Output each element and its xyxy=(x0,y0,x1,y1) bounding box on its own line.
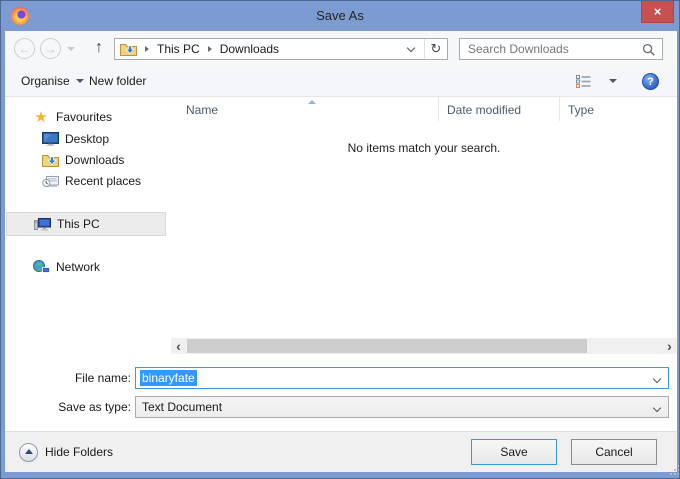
downloads-folder-icon xyxy=(120,43,137,56)
hide-folders-button[interactable]: Hide Folders xyxy=(19,432,113,472)
up-arrow-icon: ↑ xyxy=(95,39,103,57)
save-button[interactable]: Save xyxy=(471,439,557,465)
column-label: Date modified xyxy=(447,103,521,117)
refresh-icon: ↻ xyxy=(431,41,442,56)
help-button[interactable]: ? xyxy=(642,73,659,90)
chevron-down-icon xyxy=(76,79,84,83)
file-fields-panel: File name: binaryfate Save as type: Text… xyxy=(5,359,677,431)
scroll-left-button[interactable]: ‹ xyxy=(171,338,186,354)
forward-icon: → xyxy=(45,42,57,56)
column-header-type[interactable]: Type xyxy=(560,99,677,121)
help-icon: ? xyxy=(647,76,654,88)
sidebar-item-desktop[interactable]: Desktop xyxy=(41,129,109,149)
save-as-type-label: Save as type: xyxy=(5,400,131,414)
navigation-bar: ← → ↑ This PC Downloads xyxy=(5,31,677,66)
column-label: Name xyxy=(186,103,218,117)
history-dropdown-icon[interactable] xyxy=(67,47,75,51)
search-input[interactable] xyxy=(460,39,662,59)
window-title: Save As xyxy=(1,1,679,31)
recent-places-icon xyxy=(41,175,59,188)
file-name-label: File name: xyxy=(5,371,131,385)
file-name-selected-text: binaryfate xyxy=(140,370,197,386)
sidebar-item-downloads[interactable]: Downloads xyxy=(41,150,124,170)
chevron-up-icon xyxy=(25,449,33,454)
breadcrumb-item-downloads[interactable]: Downloads xyxy=(220,42,279,56)
view-options-button[interactable] xyxy=(576,75,592,91)
save-as-type-value: Text Document xyxy=(142,400,222,414)
sidebar-item-label: Downloads xyxy=(65,153,124,167)
dialog-footer: Hide Folders Save Cancel xyxy=(5,431,677,472)
details-view-icon xyxy=(576,75,592,91)
sidebar-item-label: Desktop xyxy=(65,132,109,146)
cancel-button-label: Cancel xyxy=(595,445,632,459)
save-as-type-select[interactable]: Text Document xyxy=(135,396,669,418)
network-icon xyxy=(32,260,50,274)
breadcrumb-chevron-icon[interactable] xyxy=(145,46,149,52)
back-icon: ← xyxy=(19,42,31,56)
sidebar-item-this-pc[interactable]: This PC xyxy=(6,212,166,236)
address-dropdown-icon[interactable] xyxy=(407,43,415,51)
sidebar-item-recent-places[interactable]: Recent places xyxy=(41,171,141,191)
sidebar-item-label: This PC xyxy=(57,217,100,231)
column-header-date-modified[interactable]: Date modified xyxy=(439,99,559,121)
search-icon[interactable] xyxy=(642,43,656,62)
cancel-button[interactable]: Cancel xyxy=(571,439,657,465)
command-toolbar: Organise New folder xyxy=(5,66,677,97)
back-button[interactable]: ← xyxy=(14,38,35,59)
star-icon: ★ xyxy=(32,110,50,125)
sidebar-item-label: Recent places xyxy=(65,174,141,188)
column-label: Type xyxy=(568,103,594,117)
view-options-dropdown-icon[interactable] xyxy=(609,79,617,83)
empty-list-message: No items match your search. xyxy=(171,141,677,155)
breadcrumb[interactable]: This PC Downloads ↻ xyxy=(114,38,448,60)
new-folder-label: New folder xyxy=(89,74,146,88)
up-button[interactable]: ↑ xyxy=(89,37,109,59)
close-icon: × xyxy=(654,4,662,19)
new-folder-button[interactable]: New folder xyxy=(89,66,146,96)
collapse-circle xyxy=(19,443,38,462)
scroll-right-button[interactable]: › xyxy=(662,338,677,354)
sidebar-item-favourites[interactable]: ★ Favourites xyxy=(32,107,112,127)
breadcrumb-item-this-pc[interactable]: This PC xyxy=(157,42,200,56)
desktop-icon xyxy=(41,132,59,146)
close-button[interactable]: × xyxy=(641,1,674,23)
forward-button[interactable]: → xyxy=(40,38,61,59)
titlebar[interactable]: Save As × xyxy=(1,1,679,31)
breadcrumb-chevron-icon[interactable] xyxy=(208,46,212,52)
horizontal-scrollbar[interactable]: ‹ › xyxy=(171,338,677,354)
file-name-dropdown-icon[interactable] xyxy=(653,375,661,383)
organise-label: Organise xyxy=(21,74,70,88)
sort-ascending-icon xyxy=(308,100,316,104)
sidebar-item-label: Network xyxy=(56,260,100,274)
search-box xyxy=(459,38,663,60)
computer-icon xyxy=(33,217,51,231)
save-button-label: Save xyxy=(500,445,527,459)
organise-button[interactable]: Organise xyxy=(21,66,84,96)
sidebar-item-network[interactable]: Network xyxy=(32,257,100,277)
save-as-dialog: Save As × ← → ↑ xyxy=(0,0,680,479)
scroll-right-icon: › xyxy=(667,338,672,354)
hide-folders-label: Hide Folders xyxy=(45,445,113,459)
scroll-left-icon: ‹ xyxy=(176,338,181,354)
column-header-name[interactable]: Name xyxy=(171,99,438,121)
scrollbar-thumb[interactable] xyxy=(187,339,587,353)
download-folder-icon xyxy=(41,154,59,167)
main-pane: ★ Favourites Desktop xyxy=(5,97,677,359)
resize-grip-icon[interactable] xyxy=(670,465,672,467)
refresh-button[interactable]: ↻ xyxy=(425,41,447,57)
dialog-client-area: ← → ↑ This PC Downloads xyxy=(5,31,677,472)
sidebar-item-label: Favourites xyxy=(56,110,112,124)
file-name-input[interactable]: binaryfate xyxy=(135,367,669,389)
save-as-type-dropdown-icon[interactable] xyxy=(653,404,661,412)
